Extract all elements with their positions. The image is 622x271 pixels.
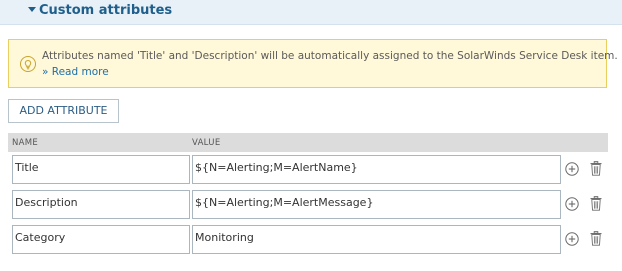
table-row: Title ${N=Alerting;M=AlertName}: [8, 153, 608, 186]
trash-icon[interactable]: [590, 161, 602, 176]
column-header-name: NAME: [12, 138, 39, 148]
attribute-value-input[interactable]: ${N=Alerting;M=AlertMessage}: [192, 190, 561, 219]
lightbulb-icon: [20, 56, 36, 72]
info-message: Attributes named 'Title' and 'Descriptio…: [42, 50, 618, 62]
section-title: Custom attributes: [39, 3, 173, 18]
add-attribute-button[interactable]: ADD ATTRIBUTE: [8, 99, 119, 123]
attribute-value-input[interactable]: ${N=Alerting;M=AlertName}: [192, 155, 561, 184]
attribute-name-input[interactable]: Title: [12, 155, 190, 184]
plus-circle-icon[interactable]: [565, 232, 579, 246]
caret-down-icon[interactable]: [28, 7, 36, 12]
plus-circle-icon[interactable]: [565, 162, 579, 176]
read-more-link[interactable]: » Read more: [42, 66, 109, 78]
info-banner: Attributes named 'Title' and 'Descriptio…: [8, 39, 618, 88]
table-row: Category Monitoring: [8, 223, 608, 256]
custom-attributes-header[interactable]: Custom attributes: [0, 0, 622, 25]
attribute-value-input[interactable]: Monitoring: [192, 225, 561, 254]
plus-circle-icon[interactable]: [565, 197, 579, 211]
attribute-name-input[interactable]: Description: [12, 190, 190, 219]
attribute-name-input[interactable]: Category: [12, 225, 190, 254]
trash-icon[interactable]: [590, 196, 602, 211]
table-header: NAME VALUE: [8, 133, 608, 152]
table-row: Description ${N=Alerting;M=AlertMessage}: [8, 188, 608, 221]
trash-icon[interactable]: [590, 231, 602, 246]
column-header-value: VALUE: [192, 138, 221, 148]
